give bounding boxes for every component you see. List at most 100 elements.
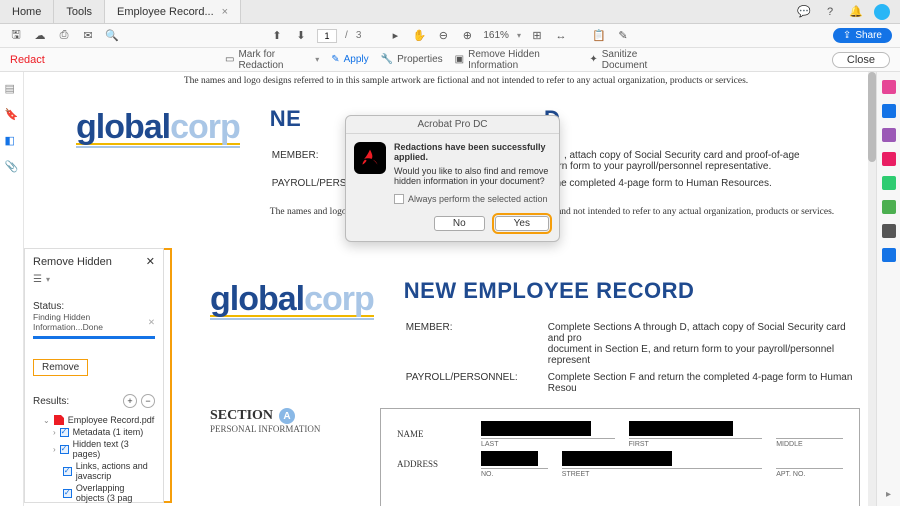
tree-file[interactable]: ⌄Employee Record.pdf [33, 414, 155, 426]
cancel-icon[interactable]: ✕ [148, 317, 155, 328]
tree-item[interactable]: Links, actions and javascrip [33, 460, 155, 482]
bookmark-icon[interactable]: 🔖 [5, 108, 19, 122]
layers-icon[interactable]: ◧ [5, 134, 19, 148]
results-tree: ⌄Employee Record.pdf ›Metadata (1 item) … [33, 414, 155, 504]
checkbox[interactable] [60, 428, 69, 437]
right-rail: ▸ [876, 72, 900, 506]
section-sub: PERSONAL INFORMATION [210, 424, 360, 434]
avatar[interactable] [874, 4, 890, 20]
save-icon[interactable]: 🖫 [8, 28, 24, 44]
fit-icon[interactable]: ⊞ [529, 28, 545, 44]
payroll-label: PAYROLL/PERSONNEL: [406, 370, 546, 396]
name-label: NAME [397, 429, 467, 439]
close-icon[interactable]: ✕ [146, 255, 155, 268]
left-nav: ▤ 🔖 ◧ 📎 [0, 72, 24, 506]
no-button[interactable]: No [434, 216, 485, 231]
progress-bar [33, 336, 155, 339]
tool-icon-7[interactable] [882, 224, 896, 238]
remove-hidden-panel: Remove Hidden ✕ ☰ ▾ Status: Finding Hidd… [24, 248, 164, 503]
sanitize-document[interactable]: ✦ Sanitize Document [589, 49, 675, 71]
zoom-value[interactable]: 161% [483, 30, 509, 41]
expand-all-icon[interactable]: + [123, 394, 137, 408]
section-badge-a: A [279, 408, 295, 424]
results-label: Results: [33, 396, 69, 407]
form-box: NAME LAST FIRST MIDDLE ADDRESS NO. STREE… [380, 408, 860, 506]
cloud-icon[interactable]: ☁ [32, 28, 48, 44]
tool-icon-8[interactable] [882, 248, 896, 262]
scrollbar-thumb[interactable] [868, 72, 876, 162]
mark-for-redaction[interactable]: ▭ Mark for Redaction ▾ [225, 49, 319, 71]
zoom-out-icon[interactable]: ⊖ [435, 28, 451, 44]
print-icon[interactable]: ⎙ [56, 28, 72, 44]
apply-redactions[interactable]: ✎ Apply [331, 54, 368, 65]
remove-button[interactable]: Remove [33, 359, 88, 376]
help-icon[interactable]: ? [822, 4, 838, 20]
payroll-text: Complete Section F and return the comple… [548, 370, 858, 396]
page-sep: / [345, 30, 348, 41]
redaction-properties[interactable]: 🔧 Properties [381, 54, 443, 65]
panel-title: Remove Hidden [33, 256, 112, 268]
remove-hidden-info[interactable]: ▣ Remove Hidden Information [455, 49, 578, 71]
close-icon[interactable]: × [222, 6, 228, 18]
tree-item[interactable]: ›Hidden text (3 pages) [33, 438, 155, 460]
page-total: 3 [356, 30, 362, 41]
dialog-checkbox-label: Always perform the selected action [408, 194, 548, 204]
sanitize-icon: ✦ [589, 54, 597, 65]
tool-icon-6[interactable] [882, 200, 896, 214]
section-label: SECTION [210, 408, 273, 424]
scrollbar[interactable] [868, 72, 876, 506]
checkbox[interactable] [63, 489, 72, 498]
collapse-rail-icon[interactable]: ▸ [886, 489, 891, 506]
share-button[interactable]: ⇪ Share [833, 28, 892, 43]
tool-icon-1[interactable] [882, 80, 896, 94]
dialog-body: Would you like to also find and remove h… [394, 166, 548, 186]
share-label: Share [855, 30, 882, 41]
checkbox[interactable] [63, 467, 72, 476]
apply-icon: ✎ [331, 54, 339, 65]
pointer-icon[interactable]: ▸ [387, 28, 403, 44]
close-redact-button[interactable]: Close [832, 52, 890, 68]
page-2: globalcorp NEW EMPLOYEE RECORD MEMBER: C… [190, 268, 880, 506]
email-icon[interactable]: ✉ [80, 28, 96, 44]
page-down-icon[interactable]: ⬇ [293, 28, 309, 44]
thumbnails-icon[interactable]: ▤ [5, 82, 19, 96]
tab-home[interactable]: Home [0, 0, 54, 23]
highlight-icon: ▭ [225, 54, 234, 65]
sign-icon[interactable]: ✎ [615, 28, 631, 44]
tool-icon-5[interactable] [882, 176, 896, 190]
tab-document[interactable]: Employee Record... × [105, 0, 241, 23]
collapse-all-icon[interactable]: − [141, 394, 155, 408]
bell-icon[interactable]: 🔔 [848, 4, 864, 20]
page-input[interactable] [317, 29, 337, 43]
chevron-down-icon[interactable]: ▾ [315, 55, 319, 64]
width-icon[interactable]: ↔ [553, 28, 569, 44]
attachment-icon[interactable]: 📎 [5, 160, 19, 174]
tool-icon-3[interactable] [882, 128, 896, 142]
tool-icon-4[interactable] [882, 152, 896, 166]
status-label: Status: [33, 301, 155, 312]
tree-item[interactable]: Overlapping objects (3 pag [33, 482, 155, 504]
search-icon[interactable]: 🔍 [104, 28, 120, 44]
zoom-in-icon[interactable]: ⊕ [459, 28, 475, 44]
tree-item[interactable]: ›Metadata (1 item) [33, 426, 155, 438]
logo: globalcorp [210, 286, 374, 313]
chat-icon[interactable]: 💬 [796, 4, 812, 20]
dialog-checkbox-row[interactable]: Always perform the selected action [346, 194, 559, 210]
yes-button[interactable]: Yes [495, 216, 549, 231]
member-label: MEMBER: [406, 320, 546, 368]
panel-options[interactable]: ☰ ▾ [33, 274, 155, 285]
wrench-icon: 🔧 [381, 54, 393, 65]
hand-icon[interactable]: ✋ [411, 28, 427, 44]
checkbox[interactable] [60, 445, 69, 454]
page-title: NEW EMPLOYEE RECORD [404, 278, 860, 304]
chevron-down-icon[interactable]: ▾ [517, 31, 521, 40]
member-text: Complete Sections A through D, attach co… [548, 320, 858, 368]
page-up-icon[interactable]: ⬆ [269, 28, 285, 44]
tab-tools[interactable]: Tools [54, 0, 105, 23]
annotate-icon[interactable]: 📋 [591, 28, 607, 44]
share-icon: ⇪ [843, 30, 851, 41]
tool-icon-2[interactable] [882, 104, 896, 118]
checkbox[interactable] [394, 194, 404, 204]
confirmation-dialog: Acrobat Pro DC Redactions have been succ… [345, 115, 560, 242]
address-label: ADDRESS [397, 459, 467, 469]
